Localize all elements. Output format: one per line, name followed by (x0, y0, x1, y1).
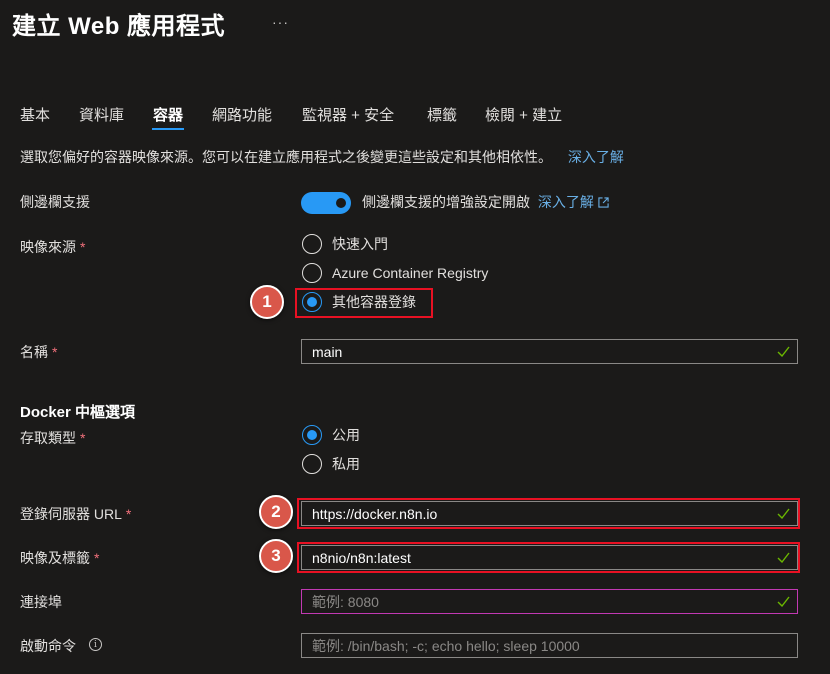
startup-command-input[interactable]: 範例: /bin/bash; -c; echo hello; sleep 100… (301, 633, 798, 658)
radio-circle (302, 234, 322, 254)
more-options-icon[interactable]: ··· (272, 14, 289, 30)
tab-monitoring-security[interactable]: 監視器 + 安全 (302, 104, 394, 125)
name-value: main (312, 343, 343, 360)
tab-tags[interactable]: 標籤 (427, 104, 457, 125)
tab-container[interactable]: 容器 (153, 104, 183, 125)
sidecar-toggle-label: 側邊欄支援的增強設定開啟 (362, 194, 530, 210)
access-type-label-text: 存取類型 (20, 430, 76, 446)
toggle-knob (336, 198, 346, 208)
name-label: 名稱 * (20, 342, 57, 362)
highlight-box-3 (297, 542, 800, 573)
step-marker-3: 3 (259, 539, 293, 573)
active-tab-indicator (152, 128, 184, 130)
external-link-icon (598, 197, 609, 208)
required-mark: * (80, 430, 86, 446)
radio-azure-container-registry[interactable]: Azure Container Registry (302, 262, 488, 284)
page-title: 建立 Web 應用程式 (12, 13, 226, 40)
image-source-label-text: 映像來源 (20, 239, 76, 255)
radio-quickstart[interactable]: 快速入門 (302, 233, 388, 255)
radio-label: 私用 (332, 456, 360, 472)
sidecar-learn-more-text: 深入了解 (537, 194, 594, 210)
check-icon (777, 596, 790, 607)
required-mark: * (52, 344, 58, 360)
radio-circle (302, 454, 322, 474)
radio-private[interactable]: 私用 (302, 453, 360, 475)
highlight-box-1 (295, 288, 433, 318)
tab-basics[interactable]: 基本 (20, 104, 50, 125)
required-mark: * (125, 506, 132, 522)
tab-database[interactable]: 資料庫 (79, 104, 124, 125)
required-mark: * (94, 550, 100, 566)
sidecar-label: 側邊欄支援 (20, 194, 90, 210)
intro-description: 選取您偏好的容器映像來源。您可以在建立應用程式之後變更這些設定和其他相依性。 (20, 149, 552, 165)
info-icon[interactable]: i (89, 638, 102, 651)
sidecar-toggle[interactable] (301, 192, 351, 214)
intro-text: 選取您偏好的容器映像來源。您可以在建立應用程式之後變更這些設定和其他相依性。 深… (20, 147, 624, 167)
sidecar-toggle-text: 側邊欄支援的增強設定開啟 深入了解 (362, 192, 609, 212)
radio-public[interactable]: 公用 (302, 424, 360, 446)
startup-command-label: 啟動命令 (20, 638, 76, 654)
required-mark: * (80, 239, 86, 255)
tab-networking[interactable]: 網路功能 (212, 104, 272, 125)
radio-label: 公用 (332, 427, 360, 443)
port-placeholder: 範例: 8080 (312, 593, 379, 610)
step-marker-1: 1 (250, 285, 284, 319)
image-tag-label: 映像及標籤 * (20, 548, 99, 568)
step-marker-2: 2 (259, 495, 293, 529)
docker-section-title: Docker 中樞選項 (20, 404, 136, 421)
radio-circle-checked (302, 425, 322, 445)
port-input[interactable]: 範例: 8080 (301, 589, 798, 614)
radio-label: 快速入門 (332, 236, 388, 252)
sidecar-learn-more-link[interactable]: 深入了解 (538, 194, 609, 210)
registry-url-label-text: 登錄伺服器 URL (20, 506, 122, 522)
image-source-label: 映像來源 * (20, 237, 85, 257)
radio-label: Azure Container Registry (332, 265, 489, 281)
check-icon (777, 346, 790, 357)
highlight-box-2 (297, 498, 800, 529)
registry-url-label: 登錄伺服器 URL * (20, 504, 131, 524)
port-label: 連接埠 (20, 594, 62, 610)
name-input[interactable]: main (301, 339, 798, 364)
name-label-text: 名稱 (20, 344, 48, 360)
startup-placeholder: 範例: /bin/bash; -c; echo hello; sleep 100… (312, 637, 580, 654)
access-type-label: 存取類型 * (20, 428, 85, 448)
image-tag-label-text: 映像及標籤 (20, 550, 90, 566)
tab-review-create[interactable]: 檢閱 + 建立 (485, 104, 562, 125)
intro-learn-more-link[interactable]: 深入了解 (568, 149, 624, 165)
radio-circle (302, 263, 322, 283)
